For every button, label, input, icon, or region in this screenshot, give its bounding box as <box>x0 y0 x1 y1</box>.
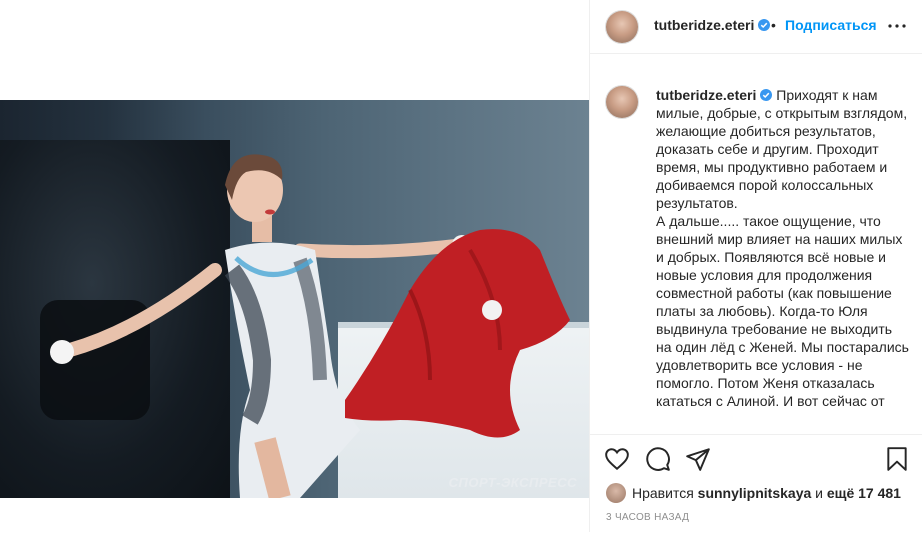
post-header: tutberidze.eteri • Подписаться <box>590 0 922 54</box>
post-caption-area: tutberidze.eteri Приходят к нам милые, д… <box>590 54 922 434</box>
heart-icon[interactable] <box>604 446 630 472</box>
bookmark-icon[interactable] <box>884 446 910 472</box>
author-username-text[interactable]: tutberidze.eteri <box>654 17 754 33</box>
photo-watermark: СПОРТ-ЭКСПРЕСС <box>448 475 577 490</box>
likes-prefix: Нравится <box>632 485 694 501</box>
caption-text-block: tutberidze.eteri Приходят к нам милые, д… <box>656 86 911 410</box>
post-photo[interactable]: СПОРТ-ЭКСПРЕСС <box>0 100 589 498</box>
photo-skater-figure <box>50 154 570 498</box>
caption-username-text[interactable]: tutberidze.eteri <box>656 87 756 103</box>
post-side-panel: tutberidze.eteri • Подписаться tutberidz… <box>589 0 922 532</box>
likes-and: и <box>815 485 823 501</box>
author-avatar[interactable] <box>606 11 638 43</box>
follow-button[interactable]: Подписаться <box>785 17 877 33</box>
caption-verified-badge-icon <box>760 89 773 101</box>
share-icon[interactable] <box>685 446 711 472</box>
likes-more-count[interactable]: ещё 17 481 <box>827 485 901 501</box>
caption-text: Приходят к нам милые, добрые, с открытым… <box>656 87 909 409</box>
caption-author-avatar[interactable] <box>606 86 638 118</box>
more-options-icon[interactable] <box>885 14 909 38</box>
liker-avatar[interactable] <box>606 483 626 503</box>
post-actions-section: Нравится sunnylipnitskaya и ещё 17 481 3… <box>590 434 922 533</box>
liker-username[interactable]: sunnylipnitskaya <box>698 485 812 501</box>
likes-summary: Нравится sunnylipnitskaya и ещё 17 481 <box>606 482 901 504</box>
verified-badge-icon <box>758 19 771 31</box>
comment-icon[interactable] <box>645 446 671 472</box>
author-username-header[interactable]: tutberidze.eteri <box>654 17 771 33</box>
caption-username[interactable]: tutberidze.eteri <box>656 87 773 103</box>
header-separator: • <box>771 17 776 33</box>
post-timestamp[interactable]: 3 ЧАСОВ НАЗАД <box>606 512 689 523</box>
post-media-area: СПОРТ-ЭКСПРЕСС <box>0 0 589 532</box>
